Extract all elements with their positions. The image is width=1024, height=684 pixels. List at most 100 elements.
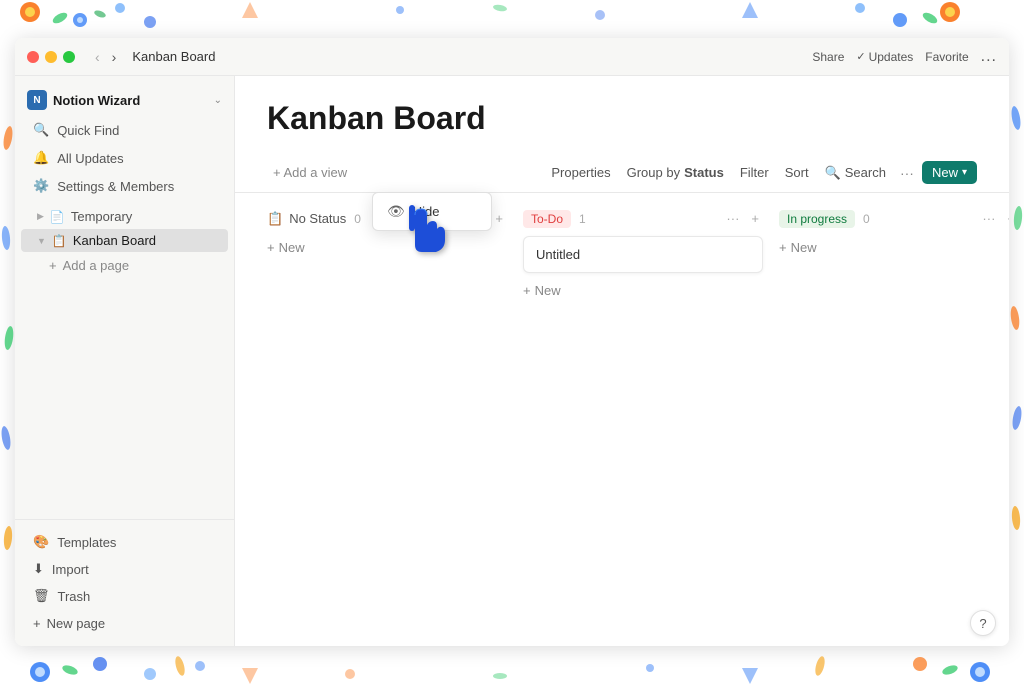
- hide-icon: 👁: [387, 203, 405, 220]
- sidebar-item-temporary[interactable]: ▶ 📄 Temporary: [21, 205, 228, 228]
- column-header-in-progress: In progress 0 ···+: [779, 209, 1009, 228]
- page-label: Temporary: [71, 209, 132, 224]
- column-add-button-in-progress[interactable]: +: [1003, 209, 1009, 228]
- toolbar: + Add a view Properties Group by Status …: [235, 161, 1009, 193]
- plus-icon: +: [779, 240, 787, 255]
- filter-button[interactable]: Filter: [734, 162, 775, 183]
- column-add-button-todo[interactable]: +: [747, 209, 763, 228]
- page-header: Kanban Board: [235, 76, 1009, 161]
- kanban-column-todo: To-Do1···+Untitled+ New: [523, 209, 763, 302]
- column-header-todo: To-Do 1 ···+: [523, 209, 763, 228]
- sidebar-item-quick-find[interactable]: 🔍 Quick Find: [21, 117, 228, 143]
- add-view-button[interactable]: + Add a view: [267, 162, 353, 183]
- properties-button[interactable]: Properties: [545, 162, 616, 183]
- favorite-button[interactable]: Favorite: [925, 50, 968, 64]
- forward-button[interactable]: ›: [108, 47, 121, 67]
- floral-bottom-border: [0, 646, 1024, 684]
- new-page-button[interactable]: + New page: [21, 610, 228, 637]
- sidebar-item-trash[interactable]: 🗑 Trash: [21, 583, 228, 609]
- traffic-lights: [27, 51, 75, 63]
- pages-section: ▶ 📄 Temporary ▼ 📋 Kanban Board: [15, 204, 234, 253]
- sidebar-item-kanban-board[interactable]: ▼ 📋 Kanban Board: [21, 229, 228, 252]
- column-add-button-no-status[interactable]: +: [491, 209, 507, 228]
- search-icon: 🔍: [825, 165, 841, 181]
- plus-icon: +: [267, 240, 275, 255]
- column-title-no-status: No Status: [289, 211, 346, 226]
- sidebar-item-settings[interactable]: ⚙️ Settings & Members: [21, 173, 228, 199]
- sort-button[interactable]: Sort: [779, 162, 815, 183]
- more-button[interactable]: ...: [981, 48, 997, 66]
- app-window: ‹ › Kanban Board Share ✓ Updates Favorit…: [15, 38, 1009, 646]
- import-icon: ⬇: [33, 561, 44, 577]
- close-window-button[interactable]: [27, 51, 39, 63]
- sidebar-footer: 🎨 Templates ⬇ Import 🗑 Trash + New page: [15, 519, 234, 638]
- column-badge-todo: To-Do: [523, 210, 571, 228]
- sidebar-item-label: Settings & Members: [57, 179, 174, 194]
- column-badge-in-progress: In progress: [779, 210, 855, 228]
- column-count-todo: 1: [579, 212, 586, 226]
- chevron-down-icon: ▾: [962, 167, 967, 178]
- plus-icon: +: [49, 258, 57, 273]
- share-button[interactable]: Share: [812, 50, 844, 64]
- search-icon: 🔍: [33, 122, 49, 138]
- title-bar-actions: Share ✓ Updates Favorite ...: [812, 48, 997, 66]
- workspace-header[interactable]: N Notion Wizard ⌄: [15, 84, 234, 116]
- column-new-button-no-status[interactable]: + New: [267, 236, 507, 259]
- column-actions-in-progress: ···+: [978, 209, 1009, 228]
- workspace-chevron-icon: ⌄: [214, 95, 222, 106]
- context-menu-hide-item[interactable]: 👁 Hide: [377, 197, 487, 226]
- updates-button[interactable]: ✓ Updates: [856, 50, 913, 64]
- add-page-button[interactable]: + Add a page: [21, 254, 228, 277]
- plus-icon: +: [523, 283, 531, 298]
- sidebar-item-import[interactable]: ⬇ Import: [21, 556, 228, 582]
- templates-icon: 🎨: [33, 534, 49, 550]
- search-button[interactable]: 🔍 Search: [819, 162, 892, 184]
- floral-top-border: [0, 0, 1024, 38]
- workspace-icon: N: [27, 90, 47, 110]
- column-new-button-todo[interactable]: + New: [523, 279, 763, 302]
- column-options-button-in-progress[interactable]: ···: [978, 209, 999, 228]
- plus-icon: +: [33, 616, 41, 631]
- back-button[interactable]: ‹: [91, 47, 104, 67]
- page-icon: 📄: [50, 210, 65, 224]
- kanban-card[interactable]: Untitled: [523, 236, 763, 273]
- kanban-icon: 📋: [52, 234, 67, 248]
- help-button[interactable]: ?: [970, 610, 996, 636]
- sidebar-item-label: All Updates: [57, 151, 123, 166]
- sidebar-item-templates[interactable]: 🎨 Templates: [21, 529, 228, 555]
- sidebar: N Notion Wizard ⌄ 🔍 Quick Find 🔔 All Upd…: [15, 76, 235, 646]
- minimize-window-button[interactable]: [45, 51, 57, 63]
- page-label: Kanban Board: [73, 233, 156, 248]
- column-new-button-in-progress[interactable]: + New: [779, 236, 1009, 259]
- updates-icon: 🔔: [33, 150, 49, 166]
- main-layout: N Notion Wizard ⌄ 🔍 Quick Find 🔔 All Upd…: [15, 76, 1009, 646]
- column-count-in-progress: 0: [863, 212, 870, 226]
- sidebar-item-label: Quick Find: [57, 123, 119, 138]
- window-title: Kanban Board: [132, 49, 812, 64]
- column-doc-icon: 📋: [267, 211, 283, 227]
- page-title: Kanban Board: [267, 100, 977, 137]
- new-record-button[interactable]: New ▾: [922, 161, 977, 184]
- title-bar: ‹ › Kanban Board Share ✓ Updates Favorit…: [15, 38, 1009, 76]
- kanban-column-in-progress: In progress0···++ New: [779, 209, 1009, 259]
- column-actions-todo: ···+: [722, 209, 763, 228]
- kanban-board: 📋No Status0···++ NewTo-Do1···+Untitled+ …: [235, 201, 1009, 646]
- floral-left-border: [0, 38, 15, 646]
- toolbar-more-button[interactable]: ···: [900, 165, 914, 181]
- context-menu: 👁 Hide: [372, 192, 492, 231]
- context-menu-hide-label: Hide: [413, 204, 440, 219]
- sidebar-item-all-updates[interactable]: 🔔 All Updates: [21, 145, 228, 171]
- workspace-name: Notion Wizard: [53, 93, 208, 108]
- maximize-window-button[interactable]: [63, 51, 75, 63]
- settings-icon: ⚙️: [33, 178, 49, 194]
- trash-icon: 🗑: [33, 588, 50, 604]
- group-by-button[interactable]: Group by Status: [621, 162, 730, 183]
- chevron-icon: ▼: [37, 236, 46, 246]
- nav-arrows: ‹ ›: [91, 47, 120, 67]
- content-area: Kanban Board + Add a view Properties Gro…: [235, 76, 1009, 646]
- column-options-button-todo[interactable]: ···: [722, 209, 743, 228]
- check-icon: ✓: [856, 50, 865, 63]
- floral-right-border: [1009, 38, 1024, 646]
- chevron-icon: ▶: [37, 211, 44, 222]
- column-count-no-status: 0: [354, 212, 361, 226]
